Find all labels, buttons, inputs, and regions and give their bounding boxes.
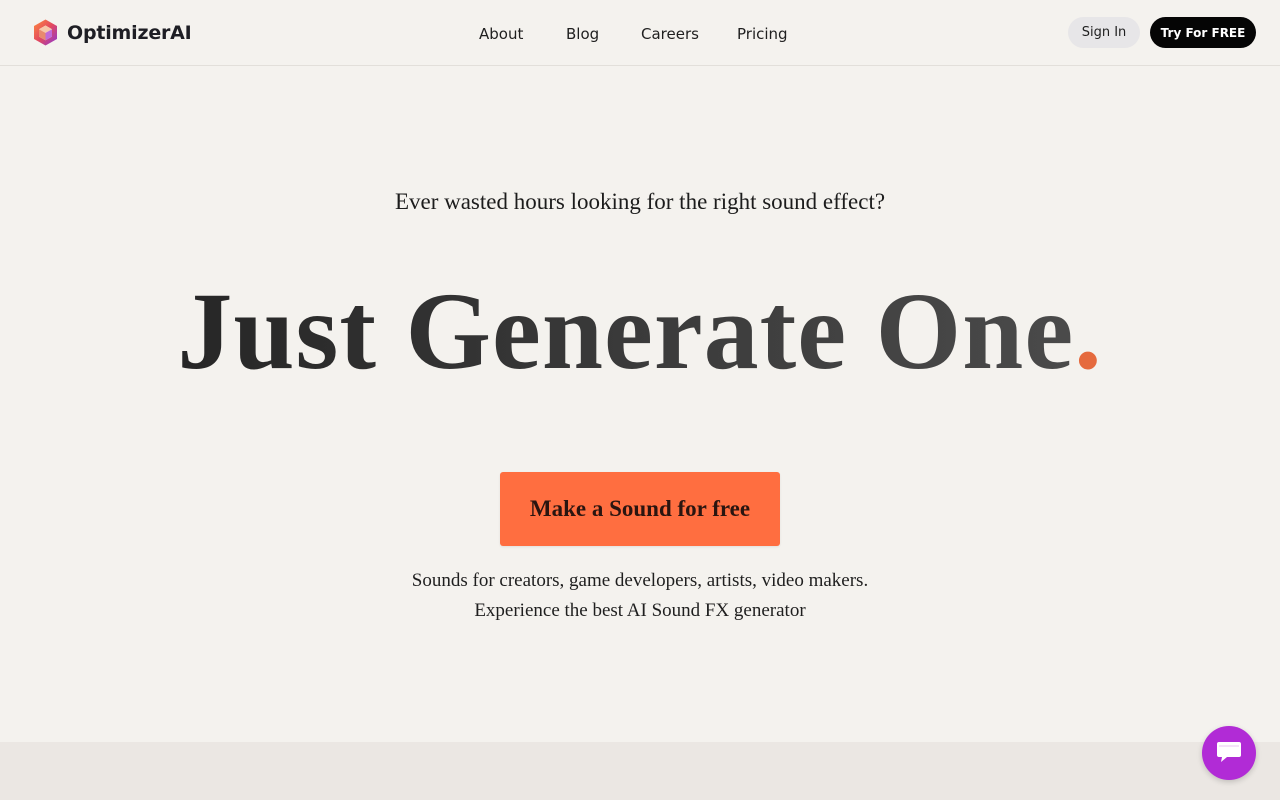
- hero-subheading: Ever wasted hours looking for the right …: [394, 189, 886, 214]
- hero-description-line-1: Sounds for creators, game developers, ar…: [411, 570, 869, 591]
- hero-section: Ever wasted hours looking for the right …: [0, 66, 1280, 742]
- nav-link-careers[interactable]: Careers: [641, 22, 699, 46]
- brand-home-link[interactable]: OptimizerAI: [32, 18, 192, 47]
- hexagon-cube-icon: [34, 19, 57, 46]
- headline-accent-dot: .: [1074, 270, 1103, 392]
- next-section-background: [0, 742, 1280, 800]
- nav-link-blog[interactable]: Blog: [566, 22, 599, 46]
- try-for-free-button[interactable]: Try For FREE: [1150, 17, 1256, 48]
- nav-link-about[interactable]: About: [479, 22, 523, 46]
- chat-launcher-button[interactable]: [1202, 726, 1256, 780]
- hero-headline: Just Generate One.: [0, 266, 1280, 396]
- sign-in-button[interactable]: Sign In: [1068, 17, 1140, 48]
- hero-description: Sounds for creators, game developers, ar…: [0, 566, 1280, 626]
- nav-link-pricing[interactable]: Pricing: [737, 22, 788, 46]
- chat-bubble-icon: [1217, 742, 1241, 762]
- make-a-sound-button[interactable]: Make a Sound for free: [500, 472, 780, 546]
- top-navbar: OptimizerAI About Blog Careers Pricing S…: [0, 0, 1280, 66]
- hero-description-line-2: Experience the best AI Sound FX generato…: [474, 600, 806, 621]
- headline-text: Just Generate One: [177, 270, 1075, 392]
- brand-name: OptimizerAI: [67, 21, 192, 44]
